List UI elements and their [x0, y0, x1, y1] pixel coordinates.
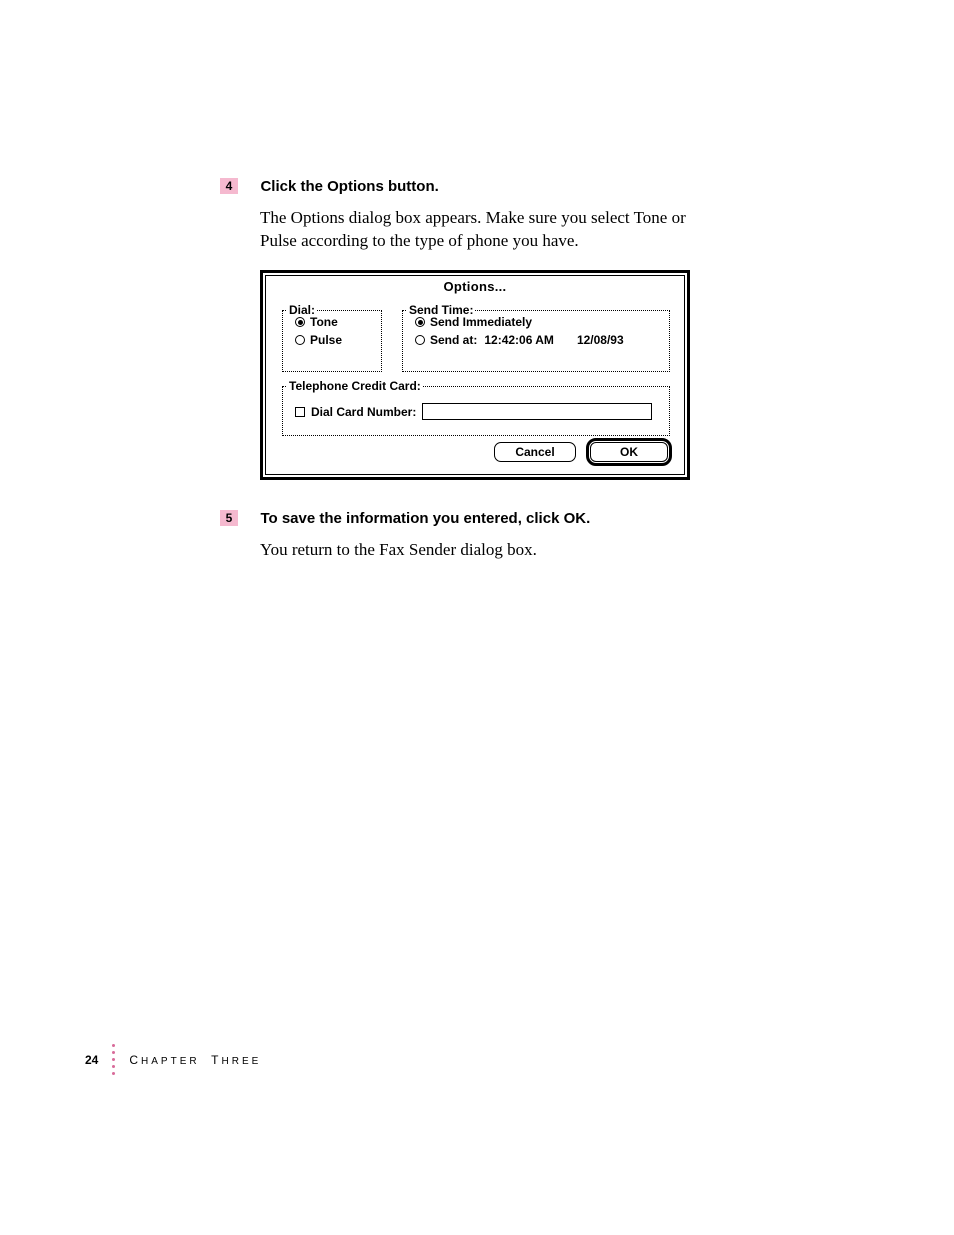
step-4-body: The Options dialog box appears. Make sur… [260, 206, 720, 252]
radio-selected-icon [415, 317, 425, 327]
credit-card-group-label: Telephone Credit Card: [287, 379, 423, 393]
radio-send-immediately[interactable]: Send Immediately [415, 315, 669, 329]
dial-card-checkbox[interactable] [295, 407, 305, 417]
footer-dots-icon [112, 1044, 115, 1075]
send-at-time: 12:42:06 AM [484, 333, 554, 347]
ok-button[interactable]: OK [590, 442, 668, 462]
cancel-button[interactable]: Cancel [494, 442, 576, 462]
dialog-title: Options... [266, 279, 684, 294]
send-time-group: Send Time: Send Immediately Send at: 12:… [402, 310, 670, 372]
dial-card-label: Dial Card Number: [311, 405, 416, 419]
default-button-ring: OK [586, 438, 672, 466]
step-4-title: Click the Options button. [260, 178, 438, 195]
send-time-group-label: Send Time: [407, 303, 475, 317]
radio-pulse[interactable]: Pulse [295, 333, 381, 347]
radio-send-at[interactable]: Send at: 12:42:06 AM 12/08/93 [415, 333, 669, 347]
dial-group-label: Dial: [287, 303, 317, 317]
send-at-date: 12/08/93 [577, 333, 624, 347]
chapter-label: CHAPTER THREE [129, 1053, 261, 1067]
radio-tone-label: Tone [310, 315, 338, 329]
dial-group: Dial: Tone Pulse [282, 310, 382, 372]
card-number-input[interactable] [422, 403, 652, 420]
radio-pulse-label: Pulse [310, 333, 342, 347]
step-number-5: 5 [220, 510, 238, 526]
radio-unselected-icon [295, 335, 305, 345]
send-immediately-label: Send Immediately [430, 315, 532, 329]
radio-tone[interactable]: Tone [295, 315, 381, 329]
send-at-prefix: Send at: [430, 333, 477, 347]
step-5-title: To save the information you entered, cli… [260, 510, 590, 527]
step-number-4: 4 [220, 178, 238, 194]
page-number: 24 [85, 1053, 98, 1067]
options-dialog: Options... Dial: Tone Pulse Send Time: [260, 270, 690, 480]
credit-card-group: Telephone Credit Card: Dial Card Number: [282, 386, 670, 436]
radio-selected-icon [295, 317, 305, 327]
radio-unselected-icon [415, 335, 425, 345]
page-footer: 24 CHAPTER THREE [85, 1044, 261, 1075]
step-5-body: You return to the Fax Sender dialog box. [260, 538, 720, 561]
